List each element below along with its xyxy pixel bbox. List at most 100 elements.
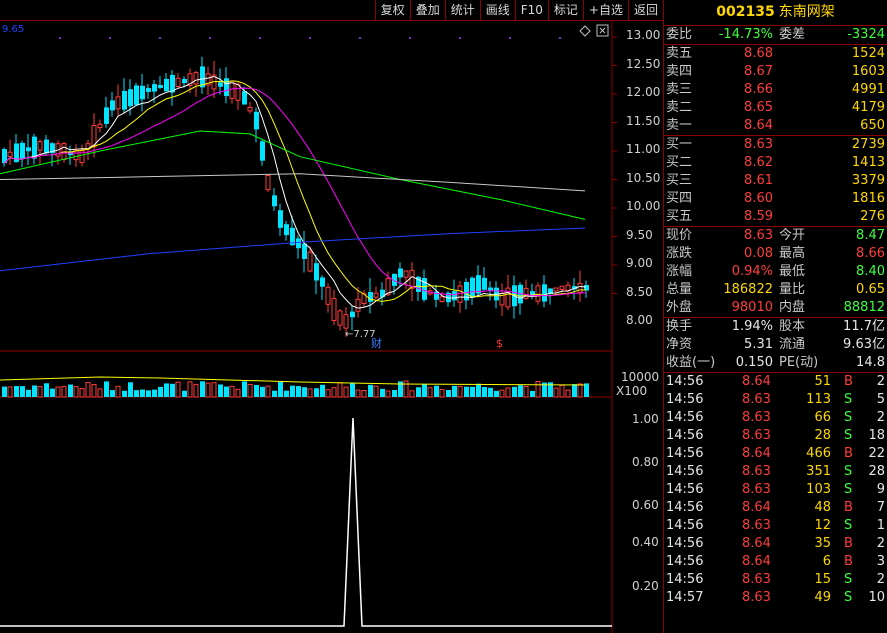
- volume-bar: [73, 386, 79, 398]
- sell-row[interactable]: 卖一 8.64 650: [664, 117, 887, 135]
- marker-dot: [459, 37, 461, 39]
- ma20-line: [3, 87, 587, 297]
- volume-bar: [128, 382, 133, 397]
- level-label: 买五: [666, 209, 693, 224]
- back-button[interactable]: 返回: [627, 0, 663, 21]
- sell-row[interactable]: 卖四 8.67 1603: [664, 63, 887, 81]
- current-price-label: 现价: [666, 228, 693, 243]
- tick-row[interactable]: 14:57 8.63 49 S 10: [664, 589, 887, 607]
- chart-area[interactable]: 9.65 13.00 12.50 12.00 11.50 11.00 10.50…: [0, 21, 663, 633]
- price-tick: 12.00: [626, 85, 660, 99]
- tick-count: 2: [876, 572, 885, 587]
- level-price: 8.64: [744, 118, 773, 133]
- marker-dot: [359, 37, 361, 39]
- tick-row[interactable]: 14:56 8.63 28 S 18: [664, 427, 887, 445]
- tick-row[interactable]: 14:56 8.64 51 B 2: [664, 373, 887, 391]
- tick-volume: 49: [814, 590, 831, 605]
- volume-bar: [205, 382, 211, 398]
- tick-count: 10: [868, 590, 885, 605]
- volume-bar: [2, 386, 7, 397]
- share-capital-value: 11.7亿: [843, 319, 885, 334]
- dividend-event-marker[interactable]: $: [496, 337, 503, 350]
- sell-row[interactable]: 卖五 8.68 1524: [664, 45, 887, 63]
- order-ratio-value: -14.73%: [718, 27, 773, 42]
- tick-row[interactable]: 14:56 8.64 35 B 2: [664, 535, 887, 553]
- tick-row[interactable]: 14:56 8.64 6 B 3: [664, 553, 887, 571]
- sell-row[interactable]: 卖三 8.66 4991: [664, 81, 887, 99]
- marker-dot: [209, 37, 211, 39]
- tick-volume: 51: [814, 374, 831, 389]
- financial-event-marker[interactable]: 财: [371, 336, 382, 350]
- volume-bar: [392, 390, 397, 397]
- price-tick: 12.50: [626, 57, 660, 71]
- buy-row[interactable]: 买五 8.59 276: [664, 208, 887, 226]
- tick-volume: 66: [814, 410, 831, 425]
- price-tick: 13.00: [626, 28, 660, 42]
- tick-row[interactable]: 14:56 8.63 103 S 9: [664, 481, 887, 499]
- volume-bar: [218, 384, 223, 397]
- tick-list[interactable]: 14:56 8.64 51 B 2 14:56 8.63 113 S 5 14:56 8.63 66 S 2…: [664, 372, 887, 607]
- tick-row[interactable]: 14:56 8.63 12 S 1: [664, 517, 887, 535]
- restore-rights-button[interactable]: 复权: [374, 0, 410, 21]
- price-tick: 8.00: [626, 313, 653, 327]
- tick-row[interactable]: 14:56 8.63 113 S 5: [664, 391, 887, 409]
- tick-volume: 35: [814, 536, 831, 551]
- candlestick: [32, 136, 37, 159]
- tick-volume: 351: [806, 464, 831, 479]
- buy-row[interactable]: 买四 8.60 1816: [664, 190, 887, 208]
- candlestick: [577, 282, 583, 293]
- tick-row[interactable]: 14:56 8.63 66 S 2: [664, 409, 887, 427]
- candlestick: [265, 174, 271, 191]
- tick-side: S: [844, 518, 853, 533]
- volume-bar: [187, 381, 193, 398]
- volume-bar: [91, 384, 97, 398]
- moving-average-lines: [0, 76, 587, 309]
- tick-row[interactable]: 14:56 8.64 48 B 7: [664, 499, 887, 517]
- tick-volume: 6: [822, 554, 831, 569]
- sell-row[interactable]: 卖二 8.65 4179: [664, 99, 887, 117]
- buy-row[interactable]: 买一 8.63 2739: [664, 136, 887, 154]
- tick-price: 8.63: [742, 392, 771, 407]
- candlestick: [314, 263, 319, 281]
- buy-row[interactable]: 买二 8.62 1413: [664, 154, 887, 172]
- order-diff-value: -3324: [847, 27, 885, 42]
- volume-bar: [134, 390, 139, 397]
- candlestick: [44, 139, 49, 154]
- draw-line-button[interactable]: 画线: [479, 0, 515, 21]
- candlestick: [146, 88, 151, 92]
- volume-bar: [97, 388, 103, 398]
- tick-price: 8.63: [742, 518, 771, 533]
- volume-bar: [152, 389, 157, 397]
- marker-dot: [259, 37, 261, 39]
- candlestick: [452, 291, 457, 301]
- volume-bar: [170, 383, 175, 397]
- tick-row[interactable]: 14:56 8.64 466 B 22: [664, 445, 887, 463]
- candlestick: [175, 77, 181, 87]
- tick-time: 14:56: [666, 428, 704, 443]
- volume-bar: [512, 386, 517, 397]
- pe-label: PE(动): [779, 355, 819, 370]
- tick-time: 14:56: [666, 392, 704, 407]
- tick-side: S: [844, 482, 853, 497]
- candlestick: [104, 107, 109, 124]
- level-label: 买二: [666, 155, 693, 170]
- level-label: 买四: [666, 191, 693, 206]
- tick-row[interactable]: 14:56 8.63 351 S 28: [664, 463, 887, 481]
- statistics-button[interactable]: 统计: [444, 0, 480, 21]
- indicator-tick: 0.60: [632, 498, 659, 512]
- buy-row[interactable]: 买三 8.61 3379: [664, 172, 887, 190]
- f10-button[interactable]: F10: [514, 0, 548, 21]
- tick-volume: 28: [814, 428, 831, 443]
- candlestick: [278, 210, 283, 228]
- diamond-icon[interactable]: [579, 25, 591, 37]
- tick-price: 8.64: [742, 500, 771, 515]
- volume-bar: [175, 381, 181, 398]
- tick-row[interactable]: 14:56 8.63 15 S 2: [664, 571, 887, 589]
- volume-bar: [260, 386, 265, 397]
- add-watchlist-button[interactable]: +自选: [582, 0, 628, 21]
- mark-button[interactable]: 标记: [547, 0, 583, 21]
- candlestick: [122, 90, 127, 110]
- level-volume: 1603: [851, 64, 885, 79]
- close-chart-icon[interactable]: [596, 24, 609, 37]
- overlay-button[interactable]: 叠加: [409, 0, 445, 21]
